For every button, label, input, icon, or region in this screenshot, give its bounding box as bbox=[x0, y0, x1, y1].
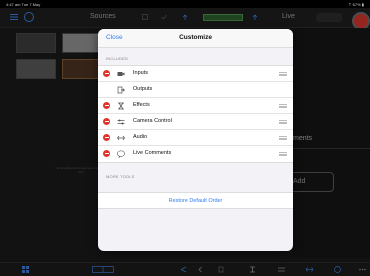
tool-row-camera-control[interactable]: Camera Control bbox=[98, 114, 293, 130]
modal-header: Close Customize bbox=[98, 29, 293, 48]
output-icon bbox=[117, 86, 125, 94]
tool-row-inputs[interactable]: Inputs bbox=[98, 66, 293, 82]
remove-icon[interactable] bbox=[103, 102, 110, 109]
sliders-icon bbox=[117, 119, 125, 125]
restore-label: Restore Default Order bbox=[168, 198, 223, 204]
tool-label: Effects bbox=[133, 102, 150, 108]
remove-icon[interactable] bbox=[103, 134, 110, 141]
drag-handle-icon[interactable] bbox=[279, 120, 287, 124]
tool-row-audio[interactable]: Audio bbox=[98, 130, 293, 146]
drag-handle-icon[interactable] bbox=[279, 104, 287, 108]
restore-default-order-button[interactable]: Restore Default Order bbox=[98, 192, 293, 209]
tool-label: Outputs bbox=[133, 86, 153, 92]
tool-label: Camera Control bbox=[133, 118, 172, 124]
status-bar: 4:47 am Tue 7 May ⇡ 67% ▮ bbox=[0, 0, 370, 8]
camera-icon bbox=[117, 72, 125, 76]
status-battery: ⇡ 67% ▮ bbox=[348, 2, 364, 7]
included-tools-list: Inputs Outputs Effects Camera Control Au… bbox=[98, 65, 293, 163]
included-section-label: INCLUDED bbox=[106, 56, 129, 61]
drag-handle-icon[interactable] bbox=[279, 152, 287, 156]
more-tools-section-label: MORE TOOLS bbox=[106, 174, 135, 179]
tool-label: Inputs bbox=[133, 70, 148, 76]
tool-row-effects[interactable]: Effects bbox=[98, 98, 293, 114]
effects-icon bbox=[118, 102, 124, 110]
drag-handle-icon[interactable] bbox=[279, 72, 287, 76]
status-time: 4:47 am Tue 7 May bbox=[6, 2, 41, 7]
comment-icon bbox=[117, 150, 125, 158]
audio-icon bbox=[117, 135, 125, 141]
remove-icon[interactable] bbox=[103, 150, 110, 157]
modal-title: Customize bbox=[179, 34, 212, 41]
tool-label: Audio bbox=[133, 134, 148, 140]
remove-icon[interactable] bbox=[103, 118, 110, 125]
customize-modal: Close Customize INCLUDED Inputs Outputs … bbox=[98, 29, 293, 251]
drag-handle-icon[interactable] bbox=[279, 136, 287, 140]
tool-row-outputs[interactable]: Outputs bbox=[98, 82, 293, 98]
tool-label: Live Comments bbox=[133, 150, 172, 156]
tool-row-live-comments[interactable]: Live Comments bbox=[98, 146, 293, 162]
remove-icon[interactable] bbox=[103, 70, 110, 77]
